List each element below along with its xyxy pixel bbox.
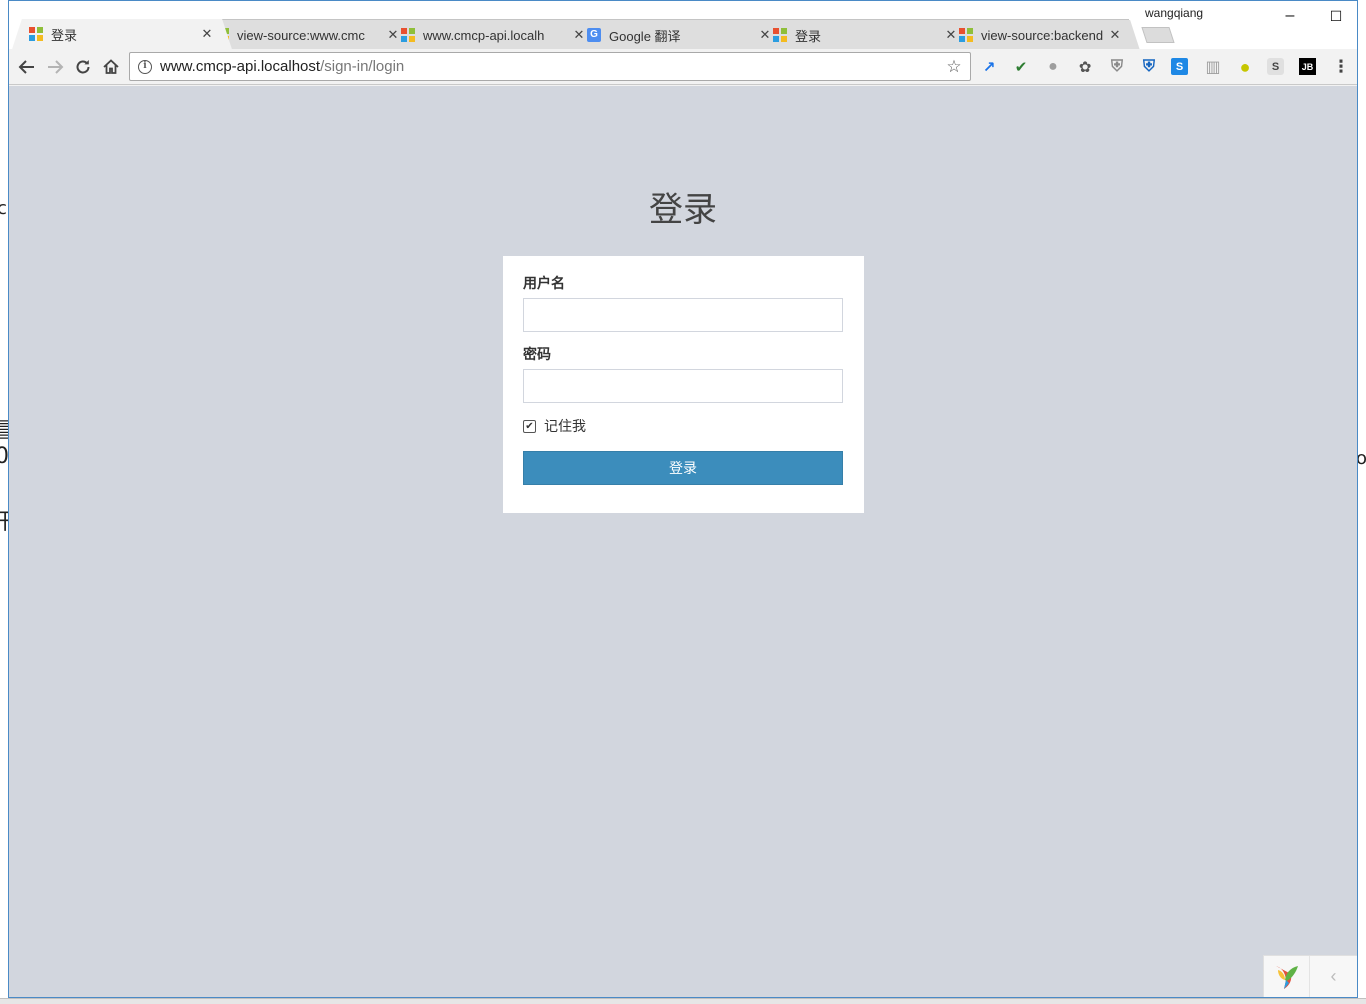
minimize-button[interactable]: – — [1267, 1, 1313, 31]
yellow-circle-extension-icon[interactable]: ● — [1235, 57, 1255, 77]
maximize-button[interactable]: ☐ — [1313, 1, 1357, 31]
s-grey-extension-icon[interactable]: S — [1267, 58, 1284, 75]
page-viewport: 登录 用户名 密码 ✔ 记住我 登录 ‹ — [9, 86, 1357, 997]
puzzle-extension-icon[interactable]: ✿ — [1075, 57, 1095, 77]
yii-logo-svg — [1275, 965, 1298, 989]
address-bar[interactable]: i www.cmcp-api.localhost/sign-in/login ☆ — [129, 52, 971, 81]
tab-login[interactable]: 登录 ✕ — [767, 19, 965, 49]
shield-grey-extension-icon[interactable]: ⛨ — [1107, 57, 1127, 77]
trend-extension-icon[interactable]: ↗ — [979, 57, 999, 77]
tab-login-active[interactable]: 登录 ✕ — [23, 19, 221, 49]
browser-toolbar: i www.cmcp-api.localhost/sign-in/login ☆… — [9, 49, 1357, 85]
address-text[interactable]: www.cmcp-api.localhost/sign-in/login — [160, 58, 944, 75]
tab-title: view-source:www.cmc — [237, 27, 365, 43]
password-label: 密码 — [523, 346, 551, 362]
yii-favicon-icon — [959, 28, 973, 42]
tab-title: www.cmcp-api.localh — [423, 27, 545, 43]
forward-button[interactable] — [43, 55, 67, 79]
yii-debug-toolbar: ‹ — [1263, 955, 1357, 997]
yii-favicon-icon — [773, 28, 787, 42]
close-icon[interactable]: ✕ — [757, 27, 773, 43]
remember-me[interactable]: ✔ 记住我 — [523, 416, 844, 436]
browser-window: wangqiang – ☐ ✕ 登录 ✕ view-source:www.cmc… — [8, 0, 1358, 998]
reload-icon — [76, 60, 90, 74]
page-title: 登录 — [649, 190, 717, 230]
new-tab-button[interactable] — [1141, 27, 1175, 43]
tab-cmcp-api[interactable]: www.cmcp-api.localh ✕ — [395, 19, 593, 49]
taskbar — [0, 998, 1366, 1004]
checkmark-extension-icon[interactable]: ✔ — [1011, 57, 1031, 77]
backdrop-text: c — [0, 198, 7, 219]
close-icon[interactable]: ✕ — [385, 27, 401, 43]
remember-checkbox[interactable]: ✔ — [523, 419, 536, 433]
tab-title: 登录 — [795, 28, 822, 44]
tab-view-source[interactable]: view-source:www.cmc ✕ — [209, 19, 407, 49]
layout-extension-icon[interactable]: ▥ — [1203, 57, 1223, 77]
close-icon[interactable]: ✕ — [571, 27, 587, 43]
google-translate-icon: G — [587, 28, 601, 42]
back-button[interactable] — [15, 55, 39, 79]
remember-label[interactable]: 记住我 — [544, 416, 586, 436]
close-icon[interactable]: ✕ — [1107, 27, 1123, 43]
info-icon[interactable]: i — [138, 59, 152, 74]
debug-toggle-chevron-icon[interactable]: ‹ — [1310, 956, 1357, 997]
tab-strip: 登录 ✕ view-source:www.cmc ✕ www.cmcp-api.… — [9, 17, 1189, 49]
address-host: www.cmcp-api.localhost — [160, 58, 321, 75]
login-form: 用户名 密码 ✔ 记住我 登录 — [503, 256, 864, 513]
shield-blue-extension-icon[interactable]: ⛨ — [1139, 57, 1159, 77]
arrow-right-icon — [48, 60, 64, 74]
circle-extension-icon[interactable]: ● — [1043, 57, 1063, 77]
reload-button[interactable] — [71, 55, 95, 79]
username-label: 用户名 — [523, 275, 565, 291]
username-group: 用户名 — [523, 276, 844, 332]
password-input[interactable] — [523, 369, 843, 403]
s-blue-extension-icon[interactable]: S — [1171, 58, 1188, 75]
jetbrains-extension-icon[interactable]: JB — [1299, 58, 1316, 75]
tab-title: view-source:backend — [981, 27, 1104, 43]
password-group: 密码 — [523, 347, 844, 403]
yii-favicon-icon — [29, 27, 43, 41]
close-icon[interactable]: ✕ — [943, 27, 959, 43]
tab-view-source-backend[interactable]: view-source:backend ✕ — [953, 19, 1129, 49]
username-input[interactable] — [523, 298, 843, 332]
tab-title: Google 翻译 — [609, 28, 681, 44]
tab-title: 登录 — [51, 27, 78, 43]
address-path: /sign-in/login — [320, 58, 405, 75]
yii-favicon-icon — [401, 28, 415, 42]
login-button[interactable]: 登录 — [523, 451, 843, 485]
menu-kebab-icon[interactable]: ⋮ — [1331, 57, 1351, 77]
close-icon[interactable]: ✕ — [199, 26, 215, 42]
bookmark-star-icon[interactable]: ☆ — [944, 57, 964, 77]
yii-logo-icon[interactable] — [1264, 956, 1310, 997]
home-button[interactable] — [99, 55, 123, 79]
arrow-left-icon — [18, 60, 34, 74]
tab-google-translate[interactable]: G Google 翻译 ✕ — [581, 19, 779, 49]
home-icon — [103, 59, 119, 74]
title-bar: wangqiang – ☐ ✕ 登录 ✕ view-source:www.cmc… — [9, 1, 1357, 49]
